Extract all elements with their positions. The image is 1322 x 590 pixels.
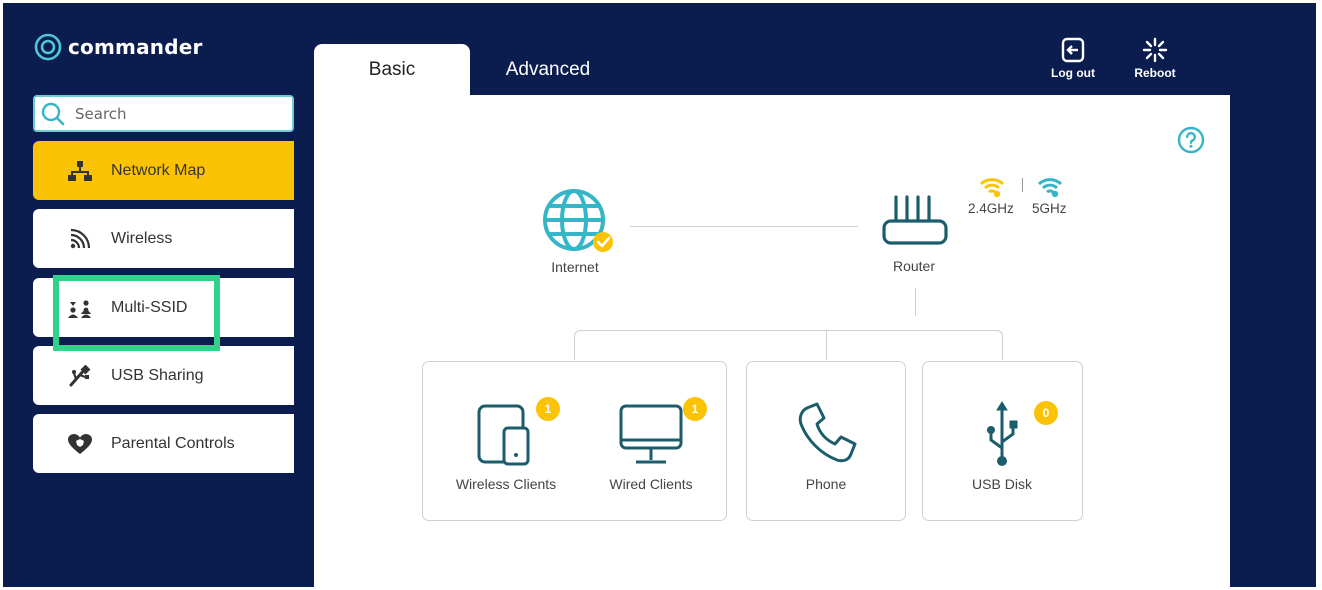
globe-icon xyxy=(543,189,613,252)
sidebar-item-label: USB Sharing xyxy=(111,366,204,384)
users-icon xyxy=(67,297,93,319)
phone-icon xyxy=(798,402,857,463)
sidebar-item-network-map[interactable]: Network Map xyxy=(33,141,294,200)
sidebar-item-wireless[interactable]: Wireless xyxy=(33,209,294,268)
wireless-icon xyxy=(67,228,93,250)
reboot-icon xyxy=(1142,37,1168,63)
band-24ghz-label: 2.4GHz xyxy=(968,201,1014,216)
network-map-icon xyxy=(67,160,93,182)
brand-logo: commander xyxy=(34,33,203,61)
sidebar-item-label: Multi-SSID xyxy=(111,298,188,316)
internet-label: Internet xyxy=(551,259,599,275)
wifi-5ghz-icon xyxy=(1037,178,1063,198)
router-label: Router xyxy=(892,258,936,274)
tablet-phone-icon xyxy=(477,404,530,466)
help-icon[interactable] xyxy=(1177,126,1205,154)
usb-sharing-icon xyxy=(67,364,93,387)
internet-router-link xyxy=(630,226,858,227)
band-5ghz-label: 5GHz xyxy=(1032,201,1067,216)
wifi-24ghz-icon xyxy=(979,178,1005,198)
sidebar-item-label: Wireless xyxy=(111,229,173,247)
phone-label: Phone xyxy=(805,476,847,492)
wired-clients-count-badge: 1 xyxy=(683,397,707,421)
search-box[interactable] xyxy=(33,95,294,132)
router-icon[interactable] xyxy=(880,193,950,248)
sidebar-item-multi-ssid[interactable]: Multi-SSID xyxy=(33,278,294,337)
heart-shield-icon xyxy=(67,433,93,455)
sidebar-item-usb-sharing[interactable]: USB Sharing xyxy=(33,346,294,405)
usb-disk-label: USB Disk xyxy=(972,476,1032,492)
logout-label: Log out xyxy=(1051,66,1095,80)
search-icon xyxy=(41,102,65,125)
tab-basic[interactable]: Basic xyxy=(314,44,470,95)
sidebar-item-label: Parental Controls xyxy=(111,434,235,452)
tab-advanced[interactable]: Advanced xyxy=(470,44,626,95)
reboot-button[interactable]: Reboot xyxy=(1120,37,1190,80)
phone-item[interactable]: Phone xyxy=(766,400,886,492)
sidebar-item-label: Network Map xyxy=(111,161,206,179)
brand-name: commander xyxy=(68,35,203,59)
device-branch-lines xyxy=(574,330,1003,360)
logout-icon xyxy=(1061,37,1085,63)
wireless-clients-count-badge: 1 xyxy=(536,397,560,421)
usb-disk-count-badge: 0 xyxy=(1034,401,1058,425)
usb-icon xyxy=(987,401,1018,466)
wired-clients-label: Wired Clients xyxy=(609,476,693,492)
logout-button[interactable]: Log out xyxy=(1038,37,1108,80)
sidebar-item-parental-controls[interactable]: Parental Controls xyxy=(33,414,294,473)
reboot-label: Reboot xyxy=(1134,66,1176,80)
phone-branch-link xyxy=(826,330,827,360)
wireless-clients-label: Wireless Clients xyxy=(455,476,557,492)
search-input[interactable] xyxy=(75,104,275,123)
band-divider xyxy=(1022,178,1023,192)
commander-logo-icon xyxy=(34,33,62,61)
router-down-link xyxy=(915,288,916,316)
monitor-icon xyxy=(619,404,683,464)
